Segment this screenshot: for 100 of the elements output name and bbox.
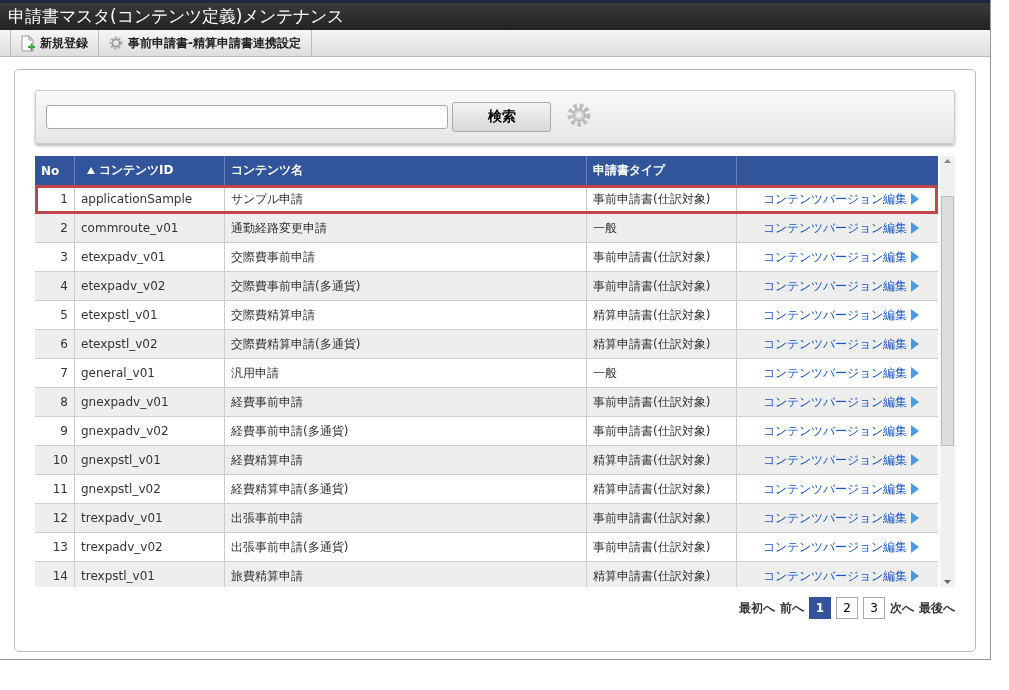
edit-version-link[interactable]: コンテンツバージョン編集 bbox=[762, 277, 919, 295]
column-header-label: コンテンツID bbox=[99, 162, 174, 179]
table-cell: gnexpstl_v01 bbox=[75, 446, 225, 474]
play-arrow-icon bbox=[910, 222, 919, 234]
page-button[interactable]: 1 bbox=[809, 597, 831, 619]
play-arrow-icon bbox=[910, 367, 919, 379]
edit-version-link[interactable]: コンテンツバージョン編集 bbox=[762, 451, 919, 469]
edit-version-link[interactable]: コンテンツバージョン編集 bbox=[762, 190, 919, 208]
table-cell: gnexpstl_v02 bbox=[75, 475, 225, 503]
table-cell: 6 bbox=[35, 330, 75, 358]
table-cell: 4 bbox=[35, 272, 75, 300]
search-field[interactable] bbox=[46, 105, 448, 129]
new-document-icon bbox=[21, 34, 35, 52]
table-cell: 事前申請書(仕訳対象) bbox=[587, 504, 737, 532]
table-cell: trexpadv_v02 bbox=[75, 533, 225, 561]
table-cell: 事前申請書(仕訳対象) bbox=[587, 388, 737, 416]
edit-version-link[interactable]: コンテンツバージョン編集 bbox=[762, 393, 919, 411]
table-row[interactable]: 14 trexpstl_v01 旅費精算申請 精算申請書(仕訳対象) コンテンツバージョン編集 bbox=[35, 562, 938, 587]
table-cell: 12 bbox=[35, 504, 75, 532]
table-cell: etexpadv_v01 bbox=[75, 243, 225, 271]
table-cell: 一般 bbox=[587, 214, 737, 242]
edit-version-link[interactable]: コンテンツバージョン編集 bbox=[762, 422, 919, 440]
edit-version-link[interactable]: コンテンツバージョン編集 bbox=[762, 364, 919, 382]
table-row[interactable]: 4 etexpadv_v02 交際費事前申請(多通貨) 事前申請書(仕訳対象) コンテンツバージョン編集 bbox=[35, 272, 938, 301]
scrollbar[interactable] bbox=[940, 156, 955, 587]
edit-version-link[interactable]: コンテンツバージョン編集 bbox=[762, 567, 919, 585]
table-cell: 3 bbox=[35, 243, 75, 271]
table-cell: etexpstl_v02 bbox=[75, 330, 225, 358]
table-row[interactable]: 12 trexpadv_v01 出張事前申請 事前申請書(仕訳対象) コンテンツバージョン編集 bbox=[35, 504, 938, 533]
table-cell: サンプル申請 bbox=[225, 185, 587, 213]
table-row[interactable]: 3 etexpadv_v01 交際費事前申請 事前申請書(仕訳対象) コンテンツバージョン編集 bbox=[35, 243, 938, 272]
scroll-up-icon[interactable] bbox=[944, 159, 951, 163]
play-arrow-icon bbox=[910, 512, 919, 524]
play-arrow-icon bbox=[910, 251, 919, 263]
table-cell: 一般 bbox=[587, 359, 737, 387]
table-row[interactable]: 1 applicationSample サンプル申請 事前申請書(仕訳対象) コンテンツバージョン編集 bbox=[35, 185, 938, 214]
table-cell: 事前申請書(仕訳対象) bbox=[587, 185, 737, 213]
table-cell: 事前申請書(仕訳対象) bbox=[587, 243, 737, 271]
play-arrow-icon bbox=[910, 193, 919, 205]
table-cell: 交際費精算申請(多通貨) bbox=[225, 330, 587, 358]
table-cell: commroute_v01 bbox=[75, 214, 225, 242]
table-cell: general_v01 bbox=[75, 359, 225, 387]
previous-page-link[interactable]: 前へ bbox=[780, 599, 804, 617]
table-cell: 経費事前申請 bbox=[225, 388, 587, 416]
edit-version-link[interactable]: コンテンツバージョン編集 bbox=[762, 480, 919, 498]
edit-version-link[interactable]: コンテンツバージョン編集 bbox=[762, 538, 919, 556]
table-row[interactable]: 7 general_v01 汎用申請 一般 コンテンツバージョン編集 bbox=[35, 359, 938, 388]
table-cell: 2 bbox=[35, 214, 75, 242]
table-row[interactable]: 11 gnexpstl_v02 経費精算申請(多通貨) 精算申請書(仕訳対象) コンテンツバージョン編集 bbox=[35, 475, 938, 504]
table-cell: 7 bbox=[35, 359, 75, 387]
table-cell: 精算申請書(仕訳対象) bbox=[587, 301, 737, 329]
edit-version-link[interactable]: コンテンツバージョン編集 bbox=[762, 335, 919, 353]
table-cell: 通勤経路変更申請 bbox=[225, 214, 587, 242]
table-cell: 精算申請書(仕訳対象) bbox=[587, 330, 737, 358]
table-row[interactable]: 10 gnexpstl_v01 経費精算申請 精算申請書(仕訳対象) コンテンツバージョン編集 bbox=[35, 446, 938, 475]
toolbar-button[interactable]: 事前申請書-精算申請書連携設定 bbox=[98, 30, 312, 56]
edit-version-link[interactable]: コンテンツバージョン編集 bbox=[762, 306, 919, 324]
play-arrow-icon bbox=[910, 425, 919, 437]
last-page-link[interactable]: 最後へ bbox=[919, 599, 955, 617]
play-arrow-icon bbox=[910, 454, 919, 466]
table-row[interactable]: 2 commroute_v01 通勤経路変更申請 一般 コンテンツバージョン編集 bbox=[35, 214, 938, 243]
table-cell: 9 bbox=[35, 417, 75, 445]
table-cell: 旅費精算申請 bbox=[225, 562, 587, 587]
next-page-link[interactable]: 次へ bbox=[890, 599, 914, 617]
table-cell: 精算申請書(仕訳対象) bbox=[587, 562, 737, 587]
table-cell: 精算申請書(仕訳対象) bbox=[587, 446, 737, 474]
table-cell: 1 bbox=[35, 185, 75, 213]
settings-icon[interactable] bbox=[567, 103, 591, 127]
table-row[interactable]: 9 gnexpadv_v02 経費事前申請(多通貨) 事前申請書(仕訳対象) コンテンツバージョン編集 bbox=[35, 417, 938, 446]
table-cell: trexpadv_v01 bbox=[75, 504, 225, 532]
table-cell: 精算申請書(仕訳対象) bbox=[587, 475, 737, 503]
page-button[interactable]: 2 bbox=[836, 597, 858, 619]
table-cell: 8 bbox=[35, 388, 75, 416]
table-cell: 交際費精算申請 bbox=[225, 301, 587, 329]
gear-icon bbox=[109, 36, 123, 50]
search-button[interactable]: 検索 bbox=[452, 102, 551, 132]
page-button[interactable]: 3 bbox=[863, 597, 885, 619]
table-row[interactable]: 6 etexpstl_v02 交際費精算申請(多通貨) 精算申請書(仕訳対象) コンテンツバージョン編集 bbox=[35, 330, 938, 359]
first-page-link[interactable]: 最初へ bbox=[739, 599, 775, 617]
table-cell: 事前申請書(仕訳対象) bbox=[587, 533, 737, 561]
toolbar-button[interactable]: 新規登録 bbox=[10, 30, 99, 56]
table-cell: 14 bbox=[35, 562, 75, 587]
window-title: 申請書マスタ(コンテンツ定義)メンテナンス bbox=[0, 0, 990, 30]
table-cell: trexpstl_v01 bbox=[75, 562, 225, 587]
edit-version-link[interactable]: コンテンツバージョン編集 bbox=[762, 219, 919, 237]
table-row[interactable]: 8 gnexpadv_v01 経費事前申請 事前申請書(仕訳対象) コンテンツバージョン編集 bbox=[35, 388, 938, 417]
table-cell: 出張事前申請 bbox=[225, 504, 587, 532]
table-cell: 10 bbox=[35, 446, 75, 474]
table-row[interactable]: 5 etexpstl_v01 交際費精算申請 精算申請書(仕訳対象) コンテンツバージョン編集 bbox=[35, 301, 938, 330]
play-arrow-icon bbox=[910, 309, 919, 321]
scroll-down-icon[interactable] bbox=[944, 580, 951, 584]
table-cell: 13 bbox=[35, 533, 75, 561]
edit-version-link[interactable]: コンテンツバージョン編集 bbox=[762, 248, 919, 266]
table-cell: 経費精算申請(多通貨) bbox=[225, 475, 587, 503]
table-cell: gnexpadv_v02 bbox=[75, 417, 225, 445]
table-cell: 交際費事前申請(多通貨) bbox=[225, 272, 587, 300]
edit-version-link[interactable]: コンテンツバージョン編集 bbox=[762, 509, 919, 527]
table-cell: etexpstl_v01 bbox=[75, 301, 225, 329]
table-row[interactable]: 13 trexpadv_v02 出張事前申請(多通貨) 事前申請書(仕訳対象) コンテンツバージョン編集 bbox=[35, 533, 938, 562]
table-cell: 5 bbox=[35, 301, 75, 329]
